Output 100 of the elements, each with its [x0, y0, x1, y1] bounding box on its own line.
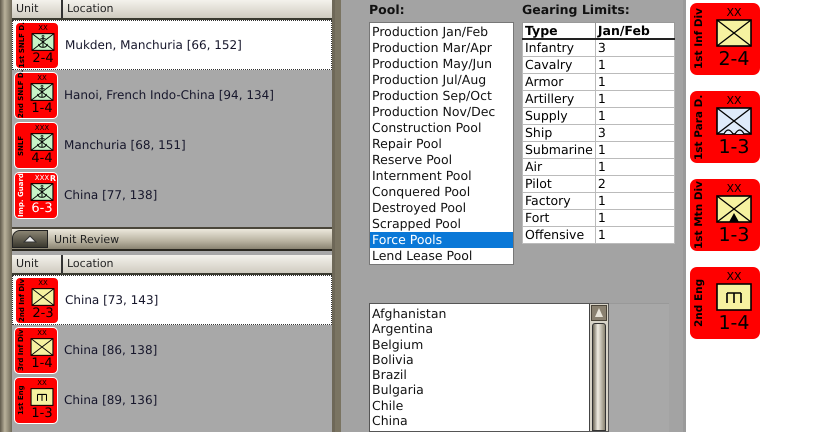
unit-strength: 2-4 — [32, 50, 54, 66]
column-header[interactable]: Unit — [12, 0, 63, 18]
table-cell: 1 — [595, 192, 674, 210]
scroll-up-icon[interactable] — [591, 305, 607, 321]
table-cell: 1 — [595, 74, 674, 90]
infantry-symbol-icon — [31, 288, 55, 306]
pool-item[interactable]: Construction Pool — [370, 120, 513, 136]
anchor-symbol-icon — [31, 32, 55, 50]
unit-strength: 1-3 — [31, 406, 53, 422]
engineer-symbol-icon — [30, 388, 54, 406]
unit-name: 1st Para D. — [692, 93, 706, 162]
parachute-symbol-icon — [716, 107, 752, 135]
column-header: Type — [522, 22, 596, 39]
mountain-symbol-icon — [716, 195, 752, 223]
unit-size: XX — [726, 270, 742, 283]
pool-item[interactable]: Lend Lease Pool — [370, 248, 513, 264]
unit-strength: 2-4 — [718, 47, 750, 71]
table-cell: Supply — [522, 108, 596, 124]
table-cell: 1 — [595, 90, 674, 108]
table-cell: Air — [522, 158, 596, 176]
table-cell: Factory — [522, 192, 596, 210]
country-item[interactable]: China — [372, 413, 589, 428]
table-cell: 1 — [595, 56, 674, 74]
table-cell: 3 — [595, 39, 674, 56]
location-text: Hanoi, French Indo-China [94, 134] — [63, 88, 274, 102]
unit-strength: 1-3 — [718, 223, 750, 247]
country-item[interactable]: Afghanistan — [372, 306, 589, 322]
pool-item[interactable]: Internment Pool — [370, 168, 513, 184]
unit-name: 1st Mtn Div — [692, 180, 706, 251]
engineer-symbol-icon — [716, 283, 752, 311]
pool-item[interactable]: Reserve Pool — [370, 152, 513, 168]
pool-item[interactable]: Production May/Jun — [370, 56, 513, 72]
anchor-symbol-icon — [30, 132, 54, 150]
pool-item[interactable]: Scrapped Pool — [370, 216, 513, 232]
table-cell: Ship — [522, 124, 596, 142]
country-item[interactable]: Bolivia — [372, 352, 589, 368]
infantry-symbol-icon — [716, 19, 752, 47]
column-header[interactable]: Unit — [12, 255, 63, 273]
pool-item[interactable]: Destroyed Pool — [370, 200, 513, 216]
table-cell: 3 — [595, 124, 674, 142]
pool-item[interactable]: Repair Pool — [370, 136, 513, 152]
column-header[interactable]: Location — [63, 255, 332, 273]
unit-size: XX — [726, 94, 742, 107]
table-cell: 1 — [595, 210, 674, 226]
unit-strength: 1-3 — [718, 135, 750, 159]
location-text: China [73, 143] — [64, 293, 158, 307]
pool-label: Pool: — [369, 2, 406, 19]
pool-item[interactable]: Conquered Pool — [370, 184, 513, 200]
scrollbar[interactable] — [589, 304, 608, 431]
anchor-symbol-icon — [30, 82, 54, 100]
location-text: Mukden, Manchuria [66, 152] — [64, 38, 242, 52]
scroll-thumb[interactable] — [592, 323, 606, 431]
unit-strength: 6-3 — [31, 200, 53, 216]
location-text: China [77, 138] — [63, 188, 158, 202]
table-cell: Offensive — [522, 226, 596, 244]
column-header[interactable]: Location — [63, 0, 332, 18]
pool-item[interactable]: Production Sep/Oct — [370, 88, 513, 104]
table-cell: Fort — [522, 210, 596, 226]
unit-strength: 1-4 — [31, 100, 53, 116]
country-item[interactable]: Bulgaria — [372, 382, 589, 398]
unit-strength: 1-4 — [718, 311, 750, 335]
pool-item[interactable]: Production Jul/Aug — [370, 72, 513, 88]
infantry-symbol-icon — [30, 338, 54, 356]
collapse-button[interactable] — [12, 230, 48, 248]
pool-item[interactable]: Production Mar/Apr — [370, 40, 513, 56]
location-text: Manchuria [68, 151] — [63, 138, 186, 152]
table-cell: Armor — [522, 74, 596, 90]
unit-name: 1st Inf Div — [692, 7, 706, 72]
anchor-symbol-icon — [30, 182, 54, 200]
table-cell: 1 — [595, 158, 674, 176]
pool-item[interactable]: Production Jan/Feb — [370, 24, 513, 40]
triangle-up-icon — [23, 235, 37, 243]
country-item[interactable]: Argentina — [372, 321, 589, 337]
country-item[interactable]: Brazil — [372, 367, 589, 382]
pool-item[interactable]: Production Nov/Dec — [370, 104, 513, 120]
unit-size: XX — [726, 182, 742, 195]
unit-strength: 1-4 — [31, 356, 53, 372]
unit-strength: 4-4 — [31, 150, 53, 166]
country-item[interactable]: Chile — [372, 398, 589, 414]
gearing-limits-label: Gearing Limits: — [522, 2, 631, 19]
unit-strength: 2-3 — [32, 306, 54, 322]
unit-counter[interactable]: 2nd Eng XX 1-4 — [690, 267, 760, 339]
panel-title: Unit Review — [54, 232, 120, 246]
unit-size: XX — [726, 6, 742, 19]
table-cell: 1 — [595, 108, 674, 124]
table-cell: Infantry — [522, 39, 596, 56]
table-cell: Artillery — [522, 90, 596, 108]
location-text: China [89, 136] — [63, 393, 158, 407]
country-item[interactable]: Belgium — [372, 336, 589, 352]
unit-name: 2nd Eng — [692, 278, 706, 330]
table-cell: Cavalry — [522, 56, 596, 74]
column-header: Jan/Feb — [595, 22, 674, 39]
table-cell: 1 — [595, 142, 674, 158]
table-cell: 2 — [595, 176, 674, 192]
table-cell: Submarine — [522, 142, 596, 158]
pool-item[interactable]: Force Pools — [370, 232, 513, 248]
location-text: China [86, 138] — [63, 343, 158, 357]
table-cell: 1 — [595, 226, 674, 244]
reserve-label: R — [50, 174, 56, 182]
table-cell: Pilot — [522, 176, 596, 192]
